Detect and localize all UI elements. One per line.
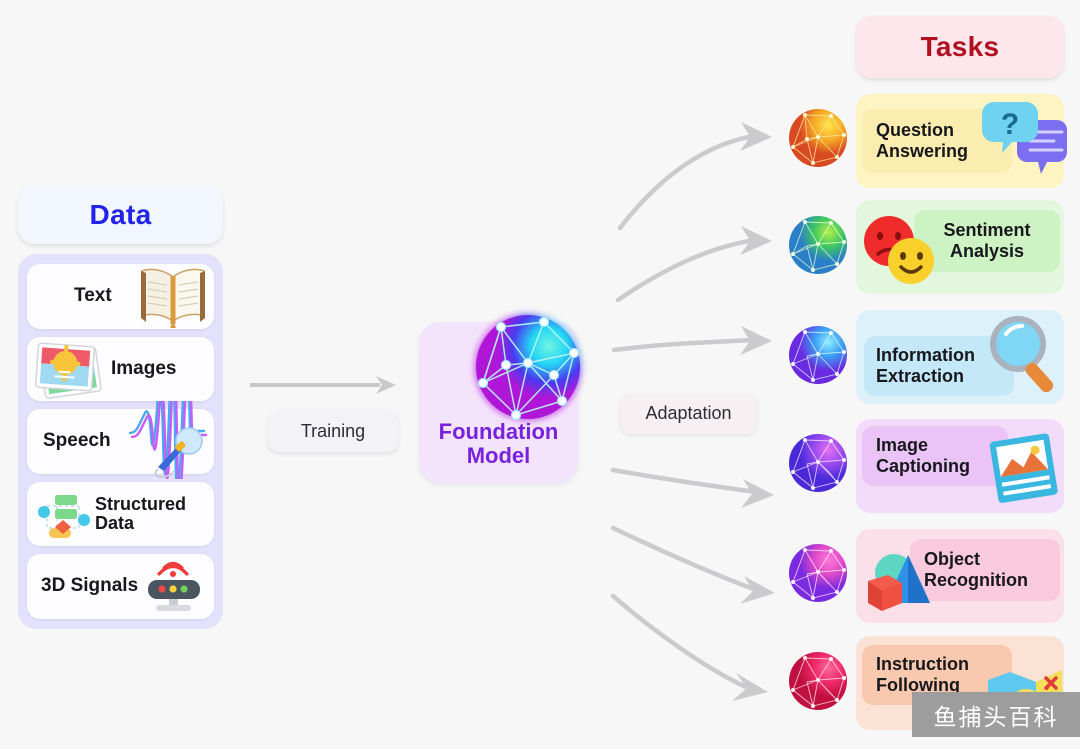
open-book-icon xyxy=(136,260,210,335)
sphere-blue xyxy=(789,326,847,384)
adaptation-badge: Adaptation xyxy=(620,393,757,434)
flowchart-icon xyxy=(35,490,97,547)
watermark-overlay: 鱼捕头百科 xyxy=(912,692,1080,737)
task-label: Object Recognition xyxy=(924,549,1028,590)
speech-bubbles-question-icon: ? xyxy=(982,100,1070,183)
tasks-header: Tasks xyxy=(856,16,1064,78)
svg-text:?: ? xyxy=(1001,108,1019,141)
emoji-faces-icon xyxy=(862,214,942,291)
sphere-purple xyxy=(789,434,847,492)
microphone-waveform-icon xyxy=(126,356,212,498)
tasks-header-label: Tasks xyxy=(920,31,1000,62)
data-item-3d-signals[interactable]: 3D Signals xyxy=(27,554,214,619)
network-sphere-icon xyxy=(476,315,580,421)
data-item-images[interactable]: Images xyxy=(27,336,214,402)
training-arrow xyxy=(250,376,396,394)
task-card-question-answering[interactable]: Question Answering ? xyxy=(856,94,1067,188)
sphere-orange-yellow xyxy=(789,109,847,167)
watermark-label: 鱼捕头百科 xyxy=(933,704,1059,731)
data-item-label: Structured Data xyxy=(95,493,187,534)
training-badge: Training xyxy=(268,410,398,452)
training-label: Training xyxy=(300,420,366,441)
task-card-sentiment-analysis[interactable]: Sentiment Analysis xyxy=(856,200,1064,294)
data-header: Data xyxy=(18,186,223,244)
data-item-speech[interactable]: Speech xyxy=(27,356,214,498)
diagram-canvas: Data Text Images Speech Structured Data … xyxy=(0,0,1080,749)
photos-icon xyxy=(31,331,107,412)
task-card-information-extraction[interactable]: Information Extraction xyxy=(856,310,1064,404)
task-card-image-captioning[interactable]: Image Captioning xyxy=(856,419,1064,513)
data-item-label: Speech xyxy=(43,430,111,452)
data-item-label: 3D Signals xyxy=(41,575,139,597)
data-item-text[interactable]: Text xyxy=(27,264,214,329)
data-item-structured-data[interactable]: Structured Data xyxy=(27,481,214,547)
3d-shapes-icon xyxy=(862,545,938,620)
data-item-label: Images xyxy=(111,357,177,379)
sphere-pink xyxy=(789,544,847,602)
magnifying-glass-icon xyxy=(984,312,1066,403)
task-card-object-recognition[interactable]: Object Recognition xyxy=(856,529,1064,623)
sphere-red xyxy=(789,652,847,710)
sphere-green xyxy=(789,216,847,274)
photo-caption-icon xyxy=(986,431,1064,514)
data-header-label: Data xyxy=(89,199,152,230)
lidar-sensor-icon xyxy=(134,546,212,625)
adaptation-label: Adaptation xyxy=(645,403,732,423)
data-item-label: Text xyxy=(74,285,112,307)
data-panel: Text Images Speech Structured Data 3D Si… xyxy=(18,254,223,629)
